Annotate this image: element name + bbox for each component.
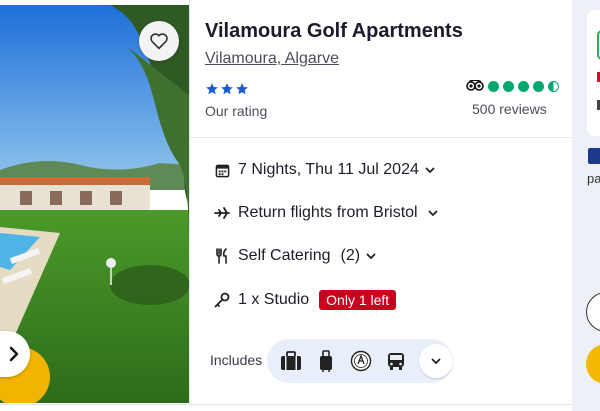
cutlery-icon <box>214 248 230 264</box>
key-icon <box>214 292 230 308</box>
transfer-bus-icon <box>384 349 408 373</box>
paypal-icon <box>588 148 600 164</box>
room-text: 1 x Studio <box>238 291 310 308</box>
chevron-down-icon <box>431 358 441 364</box>
board-text: Self Catering <box>238 247 331 264</box>
star-icon <box>221 83 233 95</box>
primary-button[interactable] <box>586 344 600 384</box>
hand-luggage-icon <box>314 349 338 373</box>
rating-bubble <box>503 80 514 92</box>
hotel-card: Vilamoura Golf Apartments Vilamoura, Alg… <box>0 0 573 405</box>
star-icon <box>206 83 218 95</box>
star-rating <box>205 82 249 96</box>
hotel-photo-image <box>0 5 189 403</box>
board-dropdown[interactable]: Self Catering (2) <box>214 247 376 265</box>
flights-text: Return flights from Bristol <box>238 204 418 221</box>
board-count: (2) <box>340 247 361 264</box>
calendar-icon <box>214 162 230 178</box>
chevron-down-icon <box>425 167 435 174</box>
flights-dropdown[interactable]: Return flights from Bristol <box>214 204 438 222</box>
includes-label: Includes <box>210 352 263 368</box>
paypal-text-partial: pa <box>587 171 600 186</box>
chevron-down-icon <box>428 210 438 217</box>
rating-bubble <box>518 80 529 92</box>
divider <box>190 137 573 138</box>
tripadvisor-owl-icon <box>466 80 484 91</box>
heart-icon <box>150 33 168 50</box>
dates-dropdown[interactable]: 7 Nights, Thu 11 Jul 2024 <box>214 161 435 179</box>
star-icon <box>236 83 248 95</box>
hotel-name[interactable]: Vilamoura Golf Apartments <box>205 20 463 43</box>
rating-bubble <box>533 80 544 92</box>
our-rating-label: Our rating <box>205 103 268 119</box>
room-info: 1 x Studio Only 1 left <box>214 290 397 310</box>
dates-text: 7 Nights, Thu 11 Jul 2024 <box>238 161 419 178</box>
hotel-details: Vilamoura Golf Apartments Vilamoura, Alg… <box>189 0 573 405</box>
favourite-button[interactable] <box>139 21 179 61</box>
chevron-right-icon <box>9 346 19 362</box>
hotel-photo[interactable] <box>0 5 189 403</box>
availability-badge: Only 1 left <box>319 290 397 310</box>
tripadvisor-rating[interactable] <box>466 80 559 92</box>
hotel-location-link[interactable]: Vilamoura, Algarve <box>205 50 339 68</box>
includes-pill[interactable] <box>267 339 453 383</box>
atol-protection-icon <box>349 349 373 373</box>
includes-expand-button[interactable] <box>419 344 453 378</box>
luggage-icon <box>279 349 303 373</box>
chevron-down-icon <box>366 253 376 260</box>
price-panel-clipped: pa <box>572 0 600 411</box>
rating-bubble-half <box>548 80 559 92</box>
reviews-count[interactable]: 500 reviews <box>472 101 547 117</box>
plane-icon <box>214 205 230 221</box>
outline-button[interactable] <box>586 292 600 332</box>
rating-bubble <box>488 80 499 92</box>
